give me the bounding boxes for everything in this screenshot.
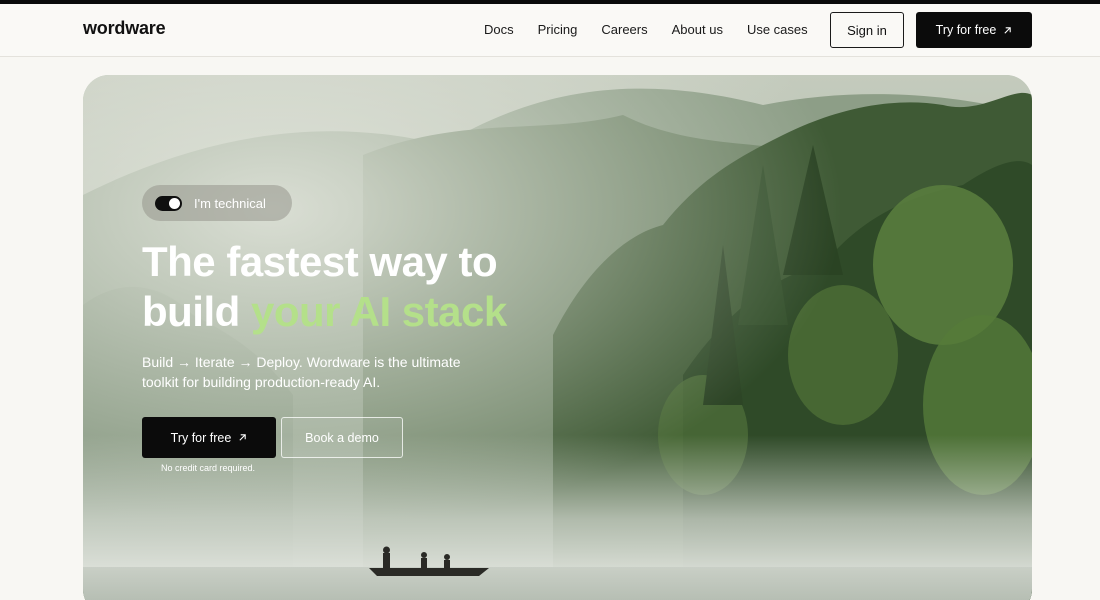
hero-subtitle: Build → Iterate → Deploy. Wordware is th… <box>142 354 461 390</box>
main-nav: Docs Pricing Careers About us Use cases <box>484 21 832 39</box>
try-free-hero-button[interactable]: Try for free <box>142 417 276 458</box>
hero-headline: The fastest way to build your AI stack <box>142 237 507 337</box>
headline-accent: your AI stack <box>250 288 507 335</box>
toggle-knob <box>169 197 180 209</box>
nav-pricing[interactable]: Pricing <box>538 21 578 39</box>
sign-in-button[interactable]: Sign in <box>830 12 904 48</box>
nav-about-us[interactable]: About us <box>672 21 723 39</box>
nav-use-cases[interactable]: Use cases <box>747 21 808 39</box>
hero-section: I'm technical The fastest way to build y… <box>83 75 1032 600</box>
try-free-hero-label: Try for free <box>170 430 232 445</box>
nav-docs[interactable]: Docs <box>484 21 514 39</box>
nav-careers[interactable]: Careers <box>601 21 647 39</box>
try-free-header-label: Try for free <box>935 23 997 37</box>
headline-line-1: The fastest way to <box>142 238 498 285</box>
try-free-header-button[interactable]: Try for free <box>916 12 1032 48</box>
sign-in-label: Sign in <box>847 22 887 38</box>
no-credit-card-note: No credit card required. <box>161 463 256 473</box>
site-header: wordware Docs Pricing Careers About us U… <box>0 4 1100 57</box>
toggle-label: I'm technical <box>194 195 266 211</box>
toggle-switch[interactable] <box>155 195 182 211</box>
misty-forest-lake-image <box>83 75 1032 600</box>
arrow-up-right-icon <box>1004 26 1012 34</box>
technical-toggle[interactable]: I'm technical <box>142 185 292 221</box>
headline-line-2-prefix: build <box>142 288 251 335</box>
book-demo-label: Book a demo <box>305 430 379 445</box>
logo[interactable]: wordware <box>83 18 166 39</box>
book-demo-button[interactable]: Book a demo <box>281 417 403 458</box>
arrow-up-right-icon <box>239 434 247 441</box>
